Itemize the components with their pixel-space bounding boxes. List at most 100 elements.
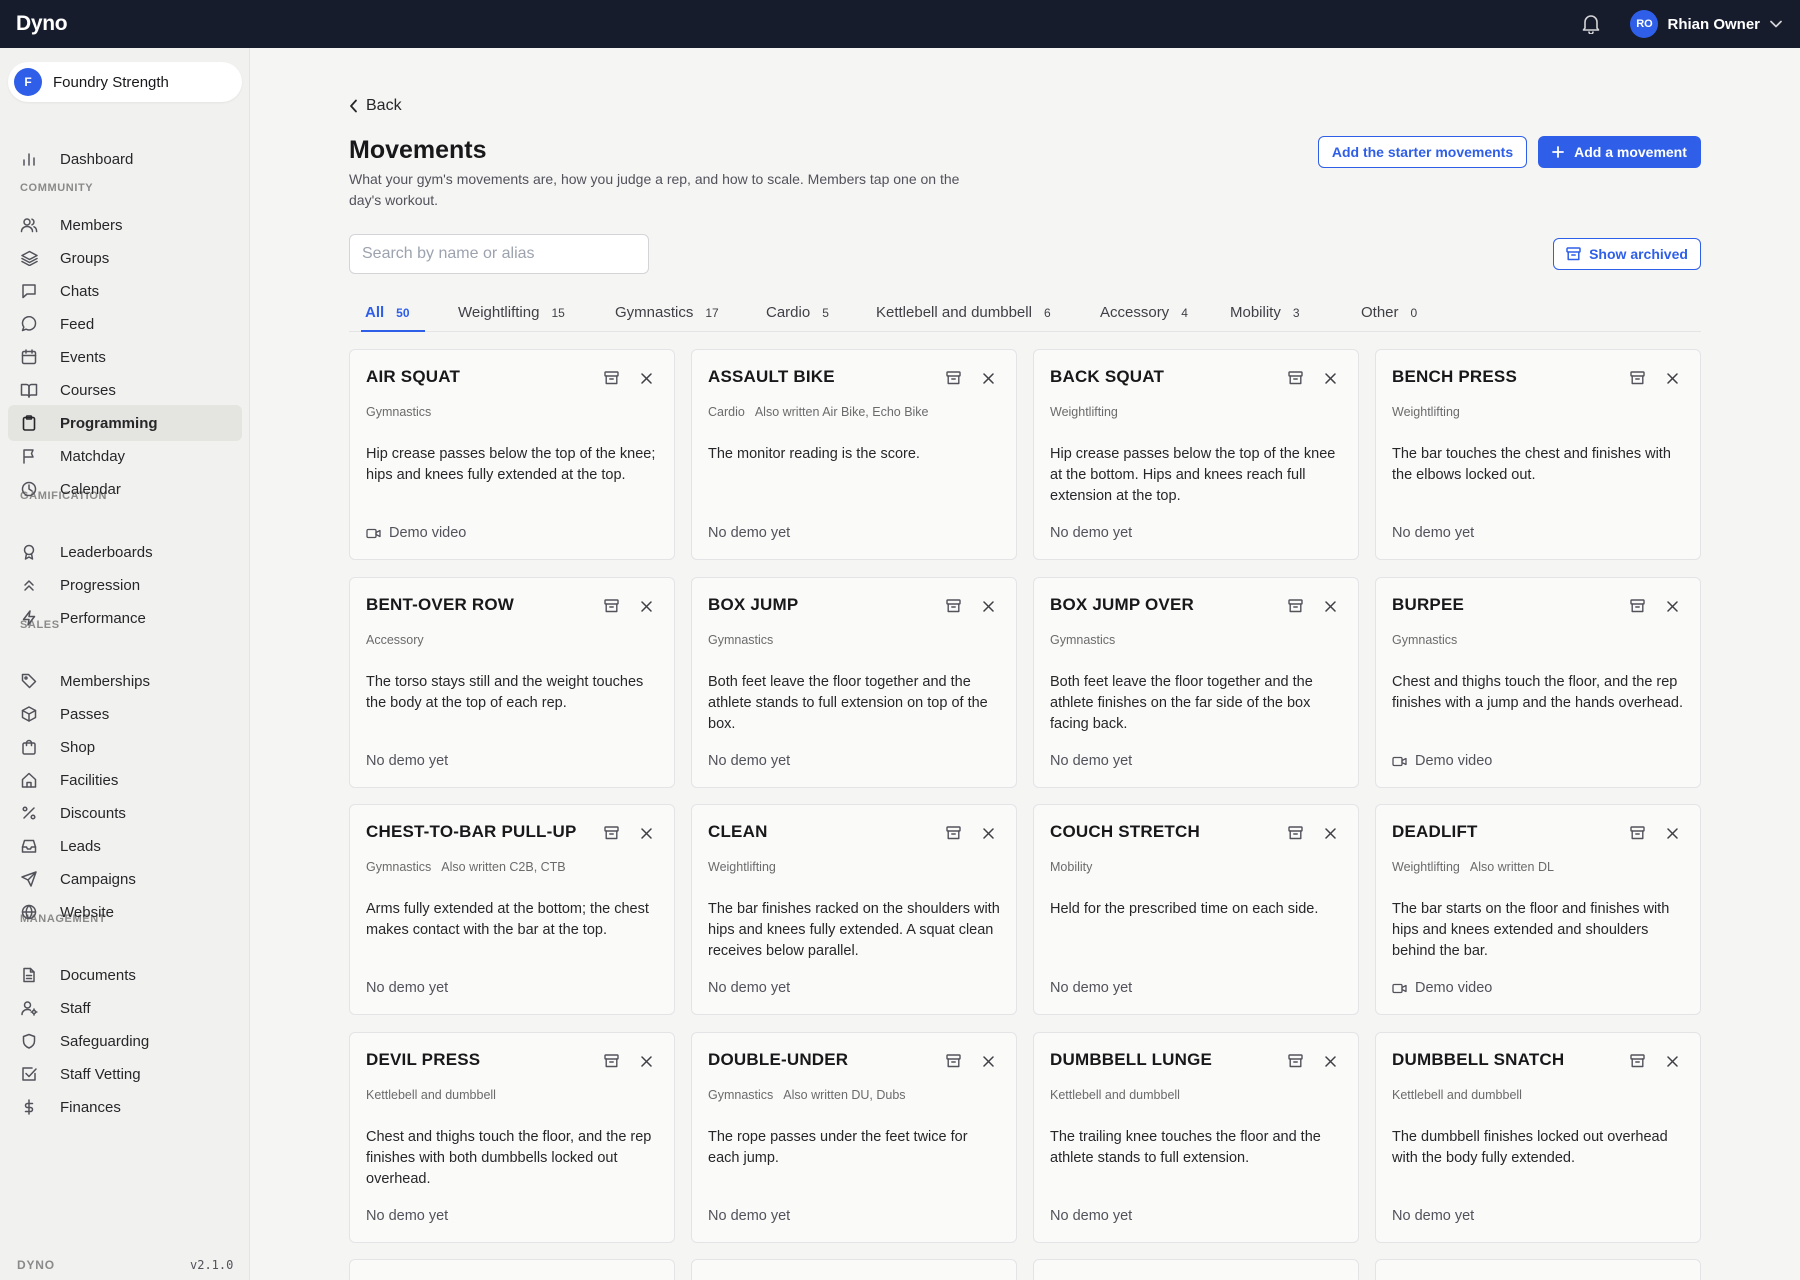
tab-kettlebell-and-dumbbell[interactable]: Kettlebell and dumbbell 6: [876, 296, 1051, 332]
movement-card[interactable]: BENCH PRESS Weightlifting The bar touches …: [1375, 349, 1701, 560]
close-icon[interactable]: [1322, 598, 1338, 614]
tab-cardio[interactable]: Cardio 5: [766, 296, 829, 332]
tab-gymnastics[interactable]: Gymnastics 17: [615, 296, 719, 332]
sidebar-item-passes[interactable]: Passes: [8, 696, 242, 732]
close-icon[interactable]: [1664, 598, 1680, 614]
movement-card[interactable]: [1375, 1259, 1701, 1280]
movement-card[interactable]: BOX JUMP OVER Gymnastics Both feet leave t…: [1033, 577, 1359, 788]
sidebar-item-finances[interactable]: Finances: [8, 1089, 242, 1125]
user-menu[interactable]: RO Rhian Owner: [1630, 10, 1784, 38]
movement-card[interactable]: DEADLIFT Weightlifting Also written DL The …: [1375, 804, 1701, 1015]
sidebar-item-memberships[interactable]: Memberships: [8, 663, 242, 699]
archive-icon[interactable]: [944, 597, 962, 615]
close-icon[interactable]: [980, 1053, 996, 1069]
sidebar-item-courses[interactable]: Courses: [8, 372, 242, 408]
movement-card[interactable]: AIR SQUAT Gymnastics Hip crease passes bel…: [349, 349, 675, 560]
close-icon[interactable]: [638, 1053, 654, 1069]
movement-card[interactable]: BACK SQUAT Weightlifting Hip crease passes…: [1033, 349, 1359, 560]
sidebar-item-facilities[interactable]: Facilities: [8, 762, 242, 798]
sidebar-item-staff[interactable]: Staff: [8, 990, 242, 1026]
archive-icon[interactable]: [1286, 597, 1304, 615]
sidebar-item-performance[interactable]: Performance: [8, 600, 242, 636]
archive-icon[interactable]: [944, 824, 962, 842]
movement-card[interactable]: DUMBBELL LUNGE Kettlebell and dumbbell The…: [1033, 1032, 1359, 1243]
tab-accessory[interactable]: Accessory 4: [1100, 296, 1188, 332]
sidebar-item-documents[interactable]: Documents: [8, 957, 242, 993]
archive-icon[interactable]: [1286, 369, 1304, 387]
archive-icon[interactable]: [602, 597, 620, 615]
sidebar-item-leads[interactable]: Leads: [8, 828, 242, 864]
archive-icon[interactable]: [1286, 824, 1304, 842]
close-icon[interactable]: [980, 825, 996, 841]
close-icon[interactable]: [1664, 1053, 1680, 1069]
sidebar-item-leaderboards[interactable]: Leaderboards: [8, 534, 242, 570]
archive-icon[interactable]: [602, 1052, 620, 1070]
close-icon[interactable]: [638, 370, 654, 386]
close-icon[interactable]: [980, 370, 996, 386]
tab-mobility[interactable]: Mobility 3: [1230, 296, 1300, 332]
sidebar-item-calendar[interactable]: Calendar: [8, 471, 242, 507]
sidebar-item-safeguarding[interactable]: Safeguarding: [8, 1023, 242, 1059]
movement-card[interactable]: BOX JUMP Gymnastics Both feet leave the fl…: [691, 577, 1017, 788]
shopping-bag-icon: [20, 738, 38, 756]
brand-logo[interactable]: Dyno: [16, 12, 68, 36]
search-input[interactable]: [349, 234, 649, 274]
archive-icon[interactable]: [1628, 369, 1646, 387]
movement-card[interactable]: BURPEE Gymnastics Chest and thighs touch t…: [1375, 577, 1701, 788]
close-icon[interactable]: [980, 598, 996, 614]
sidebar-item-members[interactable]: Members: [8, 207, 242, 243]
bell-icon[interactable]: [1580, 13, 1602, 35]
sidebar-item-feed[interactable]: Feed: [8, 306, 242, 342]
archive-icon[interactable]: [1628, 597, 1646, 615]
movement-card[interactable]: [349, 1259, 675, 1280]
sidebar-item-campaigns[interactable]: Campaigns: [8, 861, 242, 897]
demo-video-link[interactable]: Demo video: [1392, 753, 1492, 769]
movement-card[interactable]: CHEST-TO-BAR PULL-UP Gymnastics Also writt…: [349, 804, 675, 1015]
movement-card[interactable]: COUCH STRETCH Mobility Held for the prescr…: [1033, 804, 1359, 1015]
sidebar-item-discounts[interactable]: Discounts: [8, 795, 242, 831]
demo-video-link[interactable]: Demo video: [366, 525, 466, 541]
tab-all[interactable]: All 50: [365, 296, 410, 332]
sidebar-item-chats[interactable]: Chats: [8, 273, 242, 309]
add-starter-movements-button[interactable]: Add the starter movements: [1318, 136, 1527, 168]
sidebar-item-events[interactable]: Events: [8, 339, 242, 375]
sidebar-item-programming[interactable]: Programming: [8, 405, 242, 441]
close-icon[interactable]: [638, 825, 654, 841]
sidebar-item-label: Groups: [60, 249, 110, 267]
demo-video-link[interactable]: Demo video: [1392, 980, 1492, 996]
archive-icon[interactable]: [1286, 1052, 1304, 1070]
sidebar-item-groups[interactable]: Groups: [8, 240, 242, 276]
movement-card[interactable]: ASSAULT BIKE Cardio Also written Air Bike,…: [691, 349, 1017, 560]
archive-icon[interactable]: [602, 369, 620, 387]
add-movement-button[interactable]: Add a movement: [1538, 136, 1701, 168]
close-icon[interactable]: [638, 598, 654, 614]
movement-card[interactable]: CLEAN Weightlifting The bar finishes racke…: [691, 804, 1017, 1015]
archive-icon[interactable]: [944, 1052, 962, 1070]
tab-other[interactable]: Other 0: [1361, 296, 1417, 332]
show-archived-button[interactable]: Show archived: [1553, 238, 1701, 270]
movement-card[interactable]: DUMBBELL SNATCH Kettlebell and dumbbell Th…: [1375, 1032, 1701, 1243]
archive-icon[interactable]: [1628, 824, 1646, 842]
close-icon[interactable]: [1322, 1053, 1338, 1069]
close-icon[interactable]: [1322, 825, 1338, 841]
movement-card[interactable]: DOUBLE-UNDER Gymnastics Also written DU, D…: [691, 1032, 1017, 1243]
back-link[interactable]: Back: [349, 96, 402, 116]
movement-card[interactable]: [691, 1259, 1017, 1280]
movement-card[interactable]: DEVIL PRESS Kettlebell and dumbbell Chest …: [349, 1032, 675, 1243]
sidebar-item-dashboard[interactable]: Dashboard: [8, 141, 242, 177]
tab-weightlifting[interactable]: Weightlifting 15: [458, 296, 565, 332]
org-switcher[interactable]: F Foundry Strength: [8, 62, 242, 102]
sidebar-item-progression[interactable]: Progression: [8, 567, 242, 603]
movement-card[interactable]: BENT-OVER ROW Accessory The torso stays st…: [349, 577, 675, 788]
close-icon[interactable]: [1322, 370, 1338, 386]
sidebar-item-matchday[interactable]: Matchday: [8, 438, 242, 474]
archive-icon[interactable]: [1628, 1052, 1646, 1070]
sidebar-item-website[interactable]: Website: [8, 894, 242, 930]
close-icon[interactable]: [1664, 825, 1680, 841]
movement-card[interactable]: [1033, 1259, 1359, 1280]
close-icon[interactable]: [1664, 370, 1680, 386]
archive-icon[interactable]: [944, 369, 962, 387]
archive-icon[interactable]: [602, 824, 620, 842]
sidebar-item-staff-vetting[interactable]: Staff Vetting: [8, 1056, 242, 1092]
sidebar-item-shop[interactable]: Shop: [8, 729, 242, 765]
